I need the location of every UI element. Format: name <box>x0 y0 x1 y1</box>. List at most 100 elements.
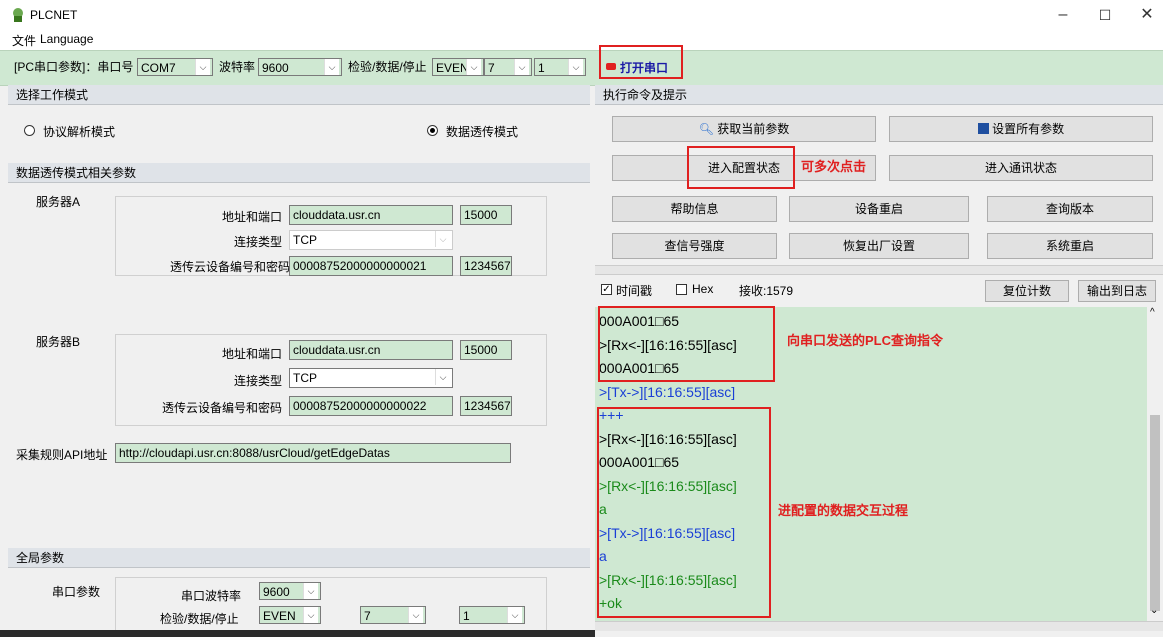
cmd-section-header: 执行命令及提示 <box>595 85 1163 105</box>
log-scrollbar[interactable]: ^ ⌄ <box>1147 307 1163 621</box>
chevron-down-icon: ⌵ <box>408 607 423 623</box>
baud-label: 波特率 <box>219 60 256 74</box>
help-button[interactable]: 帮助信息 <box>612 196 777 222</box>
open-port-label: 打开串口 <box>620 61 669 75</box>
parity-select[interactable]: EVEN ⌵ <box>432 58 484 76</box>
chevron-down-icon: ⌵ <box>466 59 481 75</box>
export-log-button[interactable]: 输出到日志 <box>1078 280 1156 302</box>
server-b-conn-value: TCP <box>293 371 317 385</box>
databits-value: 7 <box>488 61 495 75</box>
server-b-addr-label: 地址和端口 <box>222 347 283 361</box>
scroll-thumb[interactable] <box>1150 415 1160 611</box>
server-b-dev-pwd-input[interactable]: 1234567 <box>460 396 512 416</box>
get-params-button[interactable]: 🔍︎ 获取当前参数 <box>612 116 876 142</box>
server-a-port-input[interactable]: 15000 <box>460 205 512 225</box>
serial-params-label: 串口参数 <box>52 585 101 599</box>
server-a-addr-label: 地址和端口 <box>222 210 283 224</box>
port-select[interactable]: COM7 ⌵ <box>137 58 213 76</box>
global-databits-value: 7 <box>364 609 371 623</box>
api-url-input[interactable]: http://cloudapi.usr.cn:8088/usrCloud/get… <box>115 443 511 463</box>
get-params-label: 获取当前参数 <box>717 122 790 136</box>
server-b-label: 服务器B <box>36 335 81 349</box>
global-parity-value: EVEN <box>263 609 296 623</box>
global-baud-value: 9600 <box>263 585 290 599</box>
server-a-dev-label: 透传云设备编号和密码 <box>170 260 291 274</box>
multi-click-note: 可多次点击 <box>801 159 867 174</box>
global-databits-select[interactable]: 7 ⌵ <box>360 606 426 624</box>
chevron-down-icon: ⌵ <box>568 59 583 75</box>
timestamp-checkbox[interactable]: ✓ <box>601 284 612 295</box>
title-bar: PLCNET – ☐ ✕ <box>0 0 1163 30</box>
chevron-down-icon: ⌵ <box>303 607 318 623</box>
restart-button[interactable]: 设备重启 <box>789 196 969 222</box>
global-parity-select[interactable]: EVEN ⌵ <box>259 606 321 624</box>
log-line: >[Tx->][16:16:55][asc] <box>599 383 736 400</box>
radio-transparent-mode[interactable] <box>427 125 438 136</box>
server-a-dev-id-input[interactable]: 00008752000000000021 <box>289 256 453 276</box>
record-icon <box>606 63 616 70</box>
sys-restart-button[interactable]: 系统重启 <box>987 233 1153 259</box>
server-b-port-input[interactable]: 15000 <box>460 340 512 360</box>
stopbits-select[interactable]: 1 ⌵ <box>534 58 586 76</box>
trans-section-header: 数据透传模式相关参数 <box>8 163 590 183</box>
server-b-conn-label: 连接类型 <box>234 374 283 388</box>
server-b-conn-select[interactable]: TCP ⌵ <box>289 368 453 388</box>
magnifier-doc-icon: 🔍︎ <box>698 122 714 136</box>
version-button[interactable]: 查询版本 <box>987 196 1153 222</box>
annotation-box-2 <box>597 407 771 618</box>
set-all-button[interactable]: 设置所有参数 <box>889 116 1153 142</box>
bottom-strip <box>0 630 595 637</box>
server-a-conn-select[interactable]: TCP ⌵ <box>289 230 453 250</box>
hex-label: Hex <box>692 282 714 296</box>
window-title: PLCNET <box>30 8 78 22</box>
radio-protocol-mode[interactable] <box>24 125 35 136</box>
server-a-conn-value: TCP <box>293 233 317 247</box>
annotation-box-1 <box>598 306 775 382</box>
factory-reset-button[interactable]: 恢复出厂设置 <box>789 233 969 259</box>
enter-config-highlight <box>687 146 795 189</box>
menu-file[interactable]: 文件 <box>12 32 36 49</box>
scroll-down-icon: ⌄ <box>1150 605 1159 616</box>
parity-value: EVEN <box>436 61 469 75</box>
global-parity-label: 检验/数据/停止 <box>160 612 239 626</box>
chevron-down-icon: ⌵ <box>435 231 450 247</box>
global-baud-label: 串口波特率 <box>181 589 242 603</box>
reset-count-button[interactable]: 复位计数 <box>985 280 1069 302</box>
serial-toolbar: [PC串口参数]：串口号 COM7 ⌵ 波特率 9600 ⌵ 检验/数据/停止 … <box>0 45 1163 86</box>
splitter-handle[interactable] <box>595 265 1163 275</box>
set-all-label: 设置所有参数 <box>992 122 1065 136</box>
global-baud-select[interactable]: 9600 ⌵ <box>259 582 321 600</box>
enter-comm-button[interactable]: 进入通讯状态 <box>889 155 1153 181</box>
baud-select[interactable]: 9600 ⌵ <box>258 58 342 76</box>
hex-checkbox[interactable] <box>676 284 687 295</box>
maximize-button[interactable]: ☐ <box>1087 4 1123 26</box>
chevron-down-icon: ⌵ <box>195 59 210 75</box>
global-stopbits-value: 1 <box>463 609 470 623</box>
menu-language[interactable]: Language <box>40 32 93 46</box>
databits-select[interactable]: 7 ⌵ <box>484 58 532 76</box>
protocol-mode-label: 协议解析模式 <box>43 125 116 139</box>
scroll-up-icon: ^ <box>1150 307 1155 318</box>
minimize-button[interactable]: – <box>1045 4 1081 26</box>
mode-section-header: 选择工作模式 <box>8 85 590 105</box>
bottom-splitter[interactable] <box>595 621 1163 631</box>
chevron-down-icon: ⌵ <box>324 59 339 75</box>
recv-count: 接收:1579 <box>739 284 794 298</box>
server-b-dev-id-input[interactable]: 00008752000000000022 <box>289 396 453 416</box>
api-label: 采集规则API地址 <box>16 448 108 462</box>
transparent-mode-label: 数据透传模式 <box>446 125 519 139</box>
chevron-down-icon: ⌵ <box>514 59 529 75</box>
parity-label: 检验/数据/停止 <box>348 60 427 74</box>
pc-params-label: [PC串口参数]：串口号 <box>14 60 134 74</box>
signal-button[interactable]: 查信号强度 <box>612 233 777 259</box>
server-a-addr-input[interactable]: clouddata.usr.cn <box>289 205 453 225</box>
annotation-1: 向串口发送的PLC查询指令 <box>787 333 944 348</box>
close-button[interactable]: ✕ <box>1129 4 1163 26</box>
global-section-header: 全局参数 <box>8 548 590 568</box>
global-stopbits-select[interactable]: 1 ⌵ <box>459 606 525 624</box>
timestamp-label: 时间戳 <box>616 284 653 298</box>
server-b-addr-input[interactable]: clouddata.usr.cn <box>289 340 453 360</box>
server-a-dev-pwd-input[interactable]: 1234567 <box>460 256 512 276</box>
app-logo-icon <box>13 8 23 22</box>
stopbits-value: 1 <box>538 61 545 75</box>
